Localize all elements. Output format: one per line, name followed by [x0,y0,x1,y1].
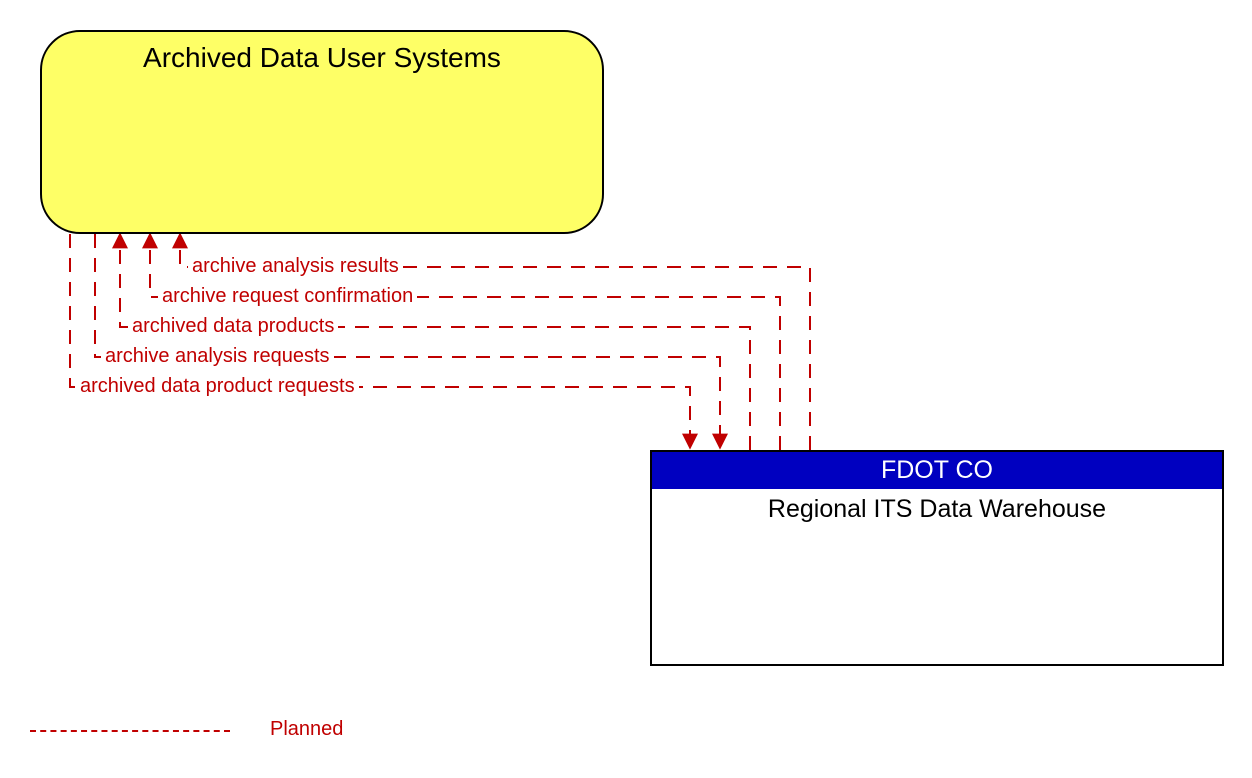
legend-line-planned [30,730,230,732]
node-name: Regional ITS Data Warehouse [652,489,1222,524]
node-title: Archived Data User Systems [42,32,602,74]
node-owner: FDOT CO [652,452,1222,489]
flow-label-archived-data-products: archived data products [128,315,338,338]
legend-label-planned: Planned [270,718,343,741]
node-regional-its-data-warehouse[interactable]: FDOT CO Regional ITS Data Warehouse [650,450,1224,666]
flow-label-archived-data-product-requests: archived data product requests [76,375,359,398]
node-archived-data-user-systems[interactable]: Archived Data User Systems [40,30,604,234]
flow-label-archive-analysis-requests: archive analysis requests [101,345,334,368]
flow-label-archive-request-confirmation: archive request confirmation [158,285,417,308]
flow-label-archive-analysis-results: archive analysis results [188,255,403,278]
